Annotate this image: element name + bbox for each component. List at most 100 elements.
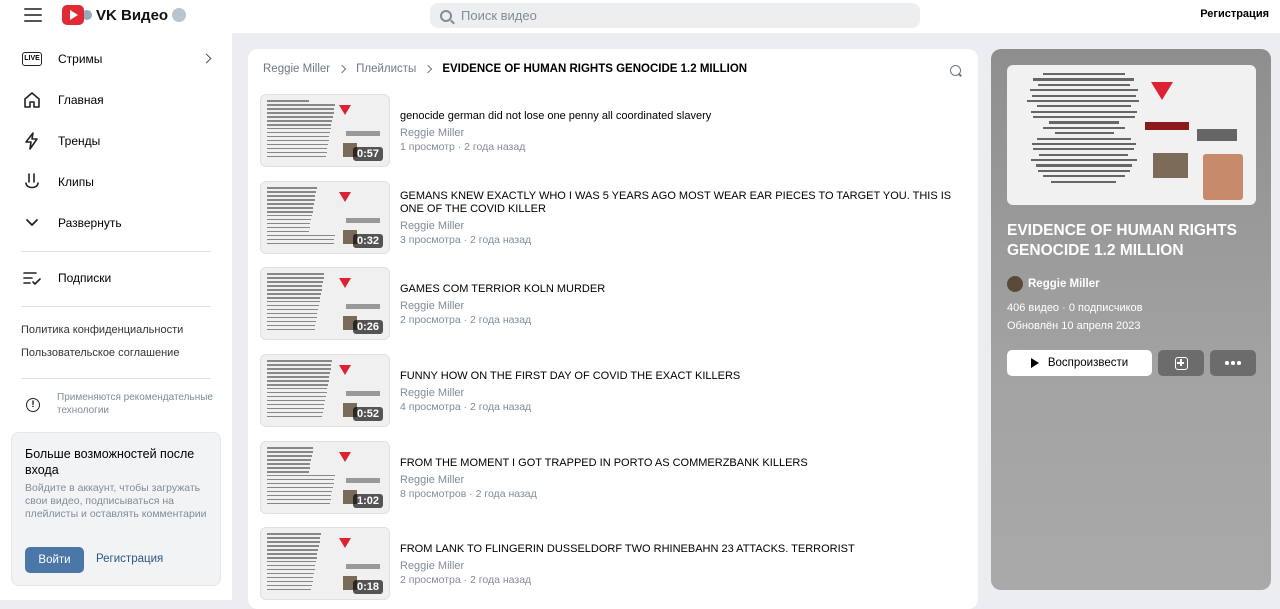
video-author[interactable]: Reggie Miller <box>400 127 464 139</box>
vk-play-logo-icon <box>62 5 84 25</box>
chevron-right-icon <box>337 64 347 74</box>
video-duration: 0:57 <box>352 147 383 161</box>
video-row[interactable]: 0:18 FROM LANK TO FLINGERIN DUSSELDORF TW… <box>260 527 965 601</box>
add-icon <box>1174 356 1188 370</box>
divider <box>21 251 211 252</box>
author-name: Reggie Miller <box>1028 278 1100 290</box>
breadcrumb: Reggie Miller Плейлисты EVIDENCE OF HUMA… <box>263 63 747 75</box>
video-meta: 3 просмотра · 2 года назад <box>400 234 532 246</box>
maple-leaf-logo <box>1151 82 1173 100</box>
sidebar-item-label: Главная <box>58 93 104 107</box>
sidebar-item-label: Развернуть <box>58 216 122 230</box>
video-meta: 2 просмотра · 2 года назад <box>400 314 532 326</box>
video-duration: 0:32 <box>352 234 383 248</box>
register-button[interactable]: Регистрация <box>96 553 163 565</box>
video-row[interactable]: 0:57 genocide german did not lose one pen… <box>260 94 965 168</box>
cover-photo <box>1153 153 1188 178</box>
video-row[interactable]: 0:32 GEMANS KNEW EXACTLY WHO I WAS 5 YEAR… <box>260 181 965 255</box>
video-thumbnail[interactable]: 0:32 <box>260 181 390 254</box>
video-meta: 1 просмотр · 2 года назад <box>400 141 526 153</box>
breadcrumb-playlists[interactable]: Плейлисты <box>356 63 416 75</box>
video-thumbnail[interactable]: 1:02 <box>260 441 390 514</box>
harvard-logo <box>1145 122 1189 130</box>
sidebar-item-subscriptions[interactable]: Подписки <box>22 267 212 289</box>
sidebar-item-label: Стримы <box>58 52 103 66</box>
video-thumbnail[interactable]: 0:18 <box>260 527 390 600</box>
video-author[interactable]: Reggie Miller <box>400 474 464 486</box>
menu-icon[interactable] <box>24 6 42 22</box>
video-duration: 0:52 <box>352 407 383 421</box>
cover-text-block <box>1025 73 1143 186</box>
sidebar-item-expand[interactable]: Развернуть <box>22 212 212 234</box>
sidebar-item-streams[interactable]: LIVE Стримы <box>22 48 212 70</box>
sidebar: LIVE Стримы Главная Тренды Клипы Разверн… <box>0 33 232 600</box>
video-thumbnail[interactable]: 0:57 <box>260 94 390 167</box>
login-card-title: Больше возможностей после входа <box>25 447 195 477</box>
subscriptions-icon <box>23 272 41 285</box>
more-options-button[interactable] <box>1210 350 1256 376</box>
clips-icon <box>25 173 39 189</box>
user-agreement-link[interactable]: Пользовательское соглашение <box>21 347 179 359</box>
video-author[interactable]: Reggie Miller <box>400 387 464 399</box>
video-row[interactable]: 0:52 FUNNY HOW ON THE FIRST DAY OF COVID … <box>260 354 965 428</box>
play-label: Воспроизвести <box>1047 357 1129 369</box>
avatar <box>1007 276 1023 292</box>
video-thumbnail[interactable]: 0:26 <box>260 267 390 340</box>
search-icon[interactable] <box>950 65 961 76</box>
sidebar-item-home[interactable]: Главная <box>22 89 212 111</box>
privacy-policy-link[interactable]: Политика конфиденциальности <box>21 324 183 336</box>
sidebar-item-trends[interactable]: Тренды <box>22 130 212 152</box>
playlist-stats: 406 видео · 0 подписчиков <box>1007 302 1143 314</box>
search-icon <box>440 9 452 22</box>
login-card: Больше возможностей после входа Войдите … <box>11 432 221 586</box>
recommendation-note: Применяются рекомендательные технологии <box>57 392 213 416</box>
chevron-down-icon <box>26 219 38 226</box>
sidebar-item-label: Подписки <box>58 271 112 285</box>
playlist-cover[interactable] <box>1007 65 1256 205</box>
university-logo <box>1197 129 1237 141</box>
live-icon: LIVE <box>22 49 42 69</box>
search-bar[interactable] <box>430 3 920 28</box>
playlist-info-panel: EVIDENCE OF HUMAN RIGHTS GENOCIDE 1.2 MI… <box>991 49 1271 590</box>
video-title[interactable]: GAMES COM TERRIOR KOLN MURDER <box>400 283 965 296</box>
info-icon: ! <box>26 398 40 412</box>
video-author[interactable]: Reggie Miller <box>400 560 464 572</box>
lightning-icon <box>25 132 38 150</box>
cover-portrait <box>1203 154 1243 200</box>
add-playlist-button[interactable] <box>1158 350 1204 376</box>
live-badge: LIVE <box>22 52 42 66</box>
sidebar-item-label: Тренды <box>58 134 101 148</box>
vk-video-logo[interactable]: VK Видео <box>62 4 187 26</box>
video-meta: 8 просмотров · 2 года назад <box>400 488 537 500</box>
breadcrumb-channel[interactable]: Reggie Miller <box>263 63 330 75</box>
video-author[interactable]: Reggie Miller <box>400 300 464 312</box>
video-meta: 2 просмотра · 2 года назад <box>400 574 532 586</box>
play-icon <box>1030 358 1039 368</box>
video-title[interactable]: genocide german did not lose one penny a… <box>400 110 965 123</box>
login-button[interactable]: Войти <box>25 547 84 573</box>
breadcrumb-current: EVIDENCE OF HUMAN RIGHTS GENOCIDE 1.2 MI… <box>442 63 748 75</box>
login-card-description: Войдите в аккаунт, чтобы загружать свои … <box>25 482 207 520</box>
video-title[interactable]: FROM THE MOMENT I GOT TRAPPED IN PORTO A… <box>400 457 965 470</box>
video-thumbnail[interactable]: 0:52 <box>260 354 390 427</box>
playlist-author[interactable]: Reggie Miller <box>1007 276 1100 292</box>
home-icon <box>24 92 40 108</box>
video-title[interactable]: GEMANS KNEW EXACTLY WHO I WAS 5 YEARS AG… <box>400 190 965 216</box>
register-link[interactable]: Регистрация <box>1200 8 1269 20</box>
search-input[interactable] <box>461 8 901 23</box>
divider <box>21 378 211 379</box>
playlist-videos-panel: Reggie Miller Плейлисты EVIDENCE OF HUMA… <box>248 49 978 609</box>
video-row[interactable]: 1:02 FROM THE MOMENT I GOT TRAPPED IN POR… <box>260 441 965 515</box>
chevron-right-icon <box>201 53 212 64</box>
video-duration: 1:02 <box>352 494 383 508</box>
video-title[interactable]: FUNNY HOW ON THE FIRST DAY OF COVID THE … <box>400 370 965 383</box>
logo-text: VK Видео <box>96 6 169 24</box>
playlist-updated: Обновлён 10 апреля 2023 <box>1007 320 1141 332</box>
top-header: VK Видео Регистрация <box>0 0 1280 33</box>
sidebar-item-clips[interactable]: Клипы <box>22 171 212 193</box>
video-title[interactable]: FROM LANK TO FLINGERIN DUSSELDORF TWO RH… <box>400 543 965 556</box>
play-button[interactable]: Воспроизвести <box>1007 350 1152 376</box>
video-row[interactable]: 0:26 GAMES COM TERRIOR KOLN MURDER Reggie … <box>260 267 965 341</box>
video-author[interactable]: Reggie Miller <box>400 220 464 232</box>
video-duration: 0:26 <box>352 320 383 334</box>
